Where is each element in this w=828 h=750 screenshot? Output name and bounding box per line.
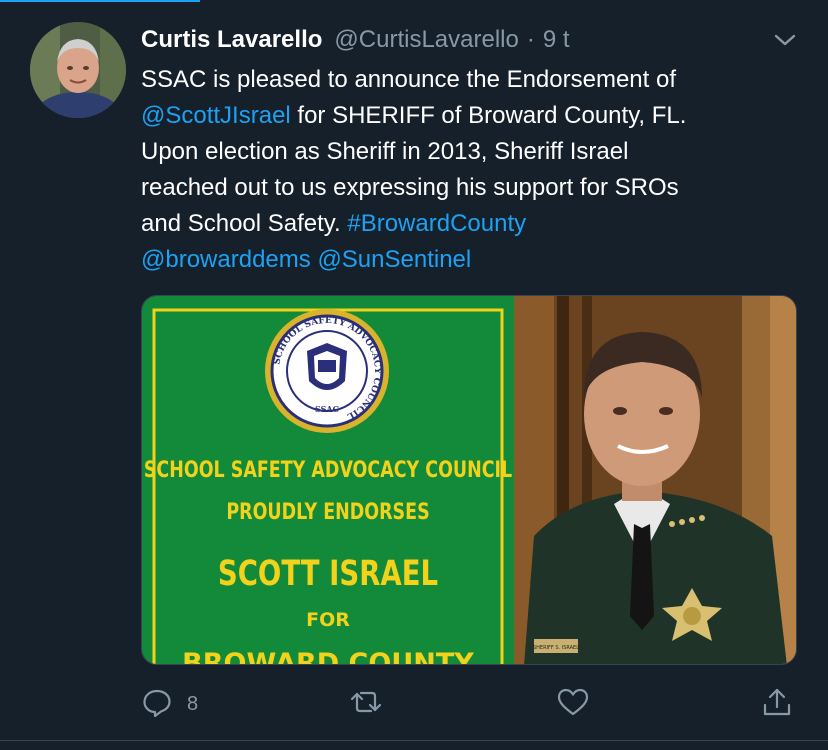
- tweet-text-line: @ScottJIsrael for SHERIFF of Broward Cou…: [141, 98, 811, 134]
- tweet-header: Curtis Lavarello @CurtisLavarello · 9 t: [141, 22, 570, 58]
- tweet-text-segment: and School Safety.: [141, 210, 348, 237]
- retweet-icon: [349, 686, 383, 723]
- tweet-timestamp[interactable]: 9 t: [543, 26, 570, 54]
- tweet-action-bar: 8: [141, 684, 801, 724]
- uniform-nameplate: SHERIFF S. ISRAEL: [533, 645, 579, 651]
- like-button[interactable]: [556, 688, 590, 720]
- seal-abbreviation: SSAC: [315, 404, 339, 414]
- mention-link[interactable]: @browarddems: [141, 246, 311, 273]
- author-handle[interactable]: @CurtisLavarello: [334, 26, 518, 54]
- reply-count: 8: [187, 692, 199, 715]
- tweet-media-image[interactable]: SCHOOL SAFETY ADVOCACY COUNCIL SSAC SCHO…: [141, 295, 797, 665]
- tweet-text-line: SSAC is pleased to announce the Endorsem…: [141, 66, 677, 93]
- poster-line-council: SCHOOL SAFETY ADVOCACY COUNCIL: [144, 457, 513, 482]
- reply-button[interactable]: 8: [141, 688, 198, 720]
- retweet-button[interactable]: [349, 688, 383, 720]
- tweet-text-line: @browarddems @SunSentinel: [141, 242, 811, 278]
- hashtag-link[interactable]: #BrowardCounty: [347, 210, 526, 237]
- poster-line-endorses: PROUDLY ENDORSES: [226, 499, 429, 524]
- ssac-seal-logo: SCHOOL SAFETY ADVOCACY COUNCIL SSAC: [265, 309, 389, 433]
- tweet-text-line: reached out to us expressing his support…: [141, 174, 679, 201]
- reply-icon: [141, 686, 173, 723]
- poster-line-county: BROWARD COUNTY: [182, 648, 474, 665]
- sheriff-photo: SHERIFF S. ISRAEL: [514, 296, 796, 664]
- author-name[interactable]: Curtis Lavarello: [141, 26, 322, 54]
- poster-line-candidate: SCOTT ISRAEL: [218, 554, 438, 594]
- chevron-down-icon[interactable]: [770, 28, 800, 52]
- mention-link[interactable]: @ScottJIsrael: [141, 102, 291, 129]
- poster-line-for: FOR: [306, 609, 350, 631]
- tweet-text-line: and School Safety. #BrowardCounty: [141, 206, 811, 242]
- separator-dot: ·: [526, 26, 535, 53]
- tweet-text: SSAC is pleased to announce the Endorsem…: [141, 62, 811, 278]
- share-button[interactable]: [761, 688, 793, 720]
- tweet-text-line: Upon election as Sheriff in 2013, Sherif…: [141, 138, 629, 165]
- mention-link[interactable]: @SunSentinel: [317, 246, 471, 273]
- tweet[interactable]: Curtis Lavarello @CurtisLavarello · 9 t …: [0, 0, 828, 750]
- tweet-divider: [0, 740, 828, 741]
- avatar[interactable]: [30, 22, 126, 118]
- share-icon: [761, 686, 793, 723]
- tweet-text-segment: for SHERIFF of Broward County, FL.: [290, 102, 687, 129]
- like-icon: [556, 686, 590, 723]
